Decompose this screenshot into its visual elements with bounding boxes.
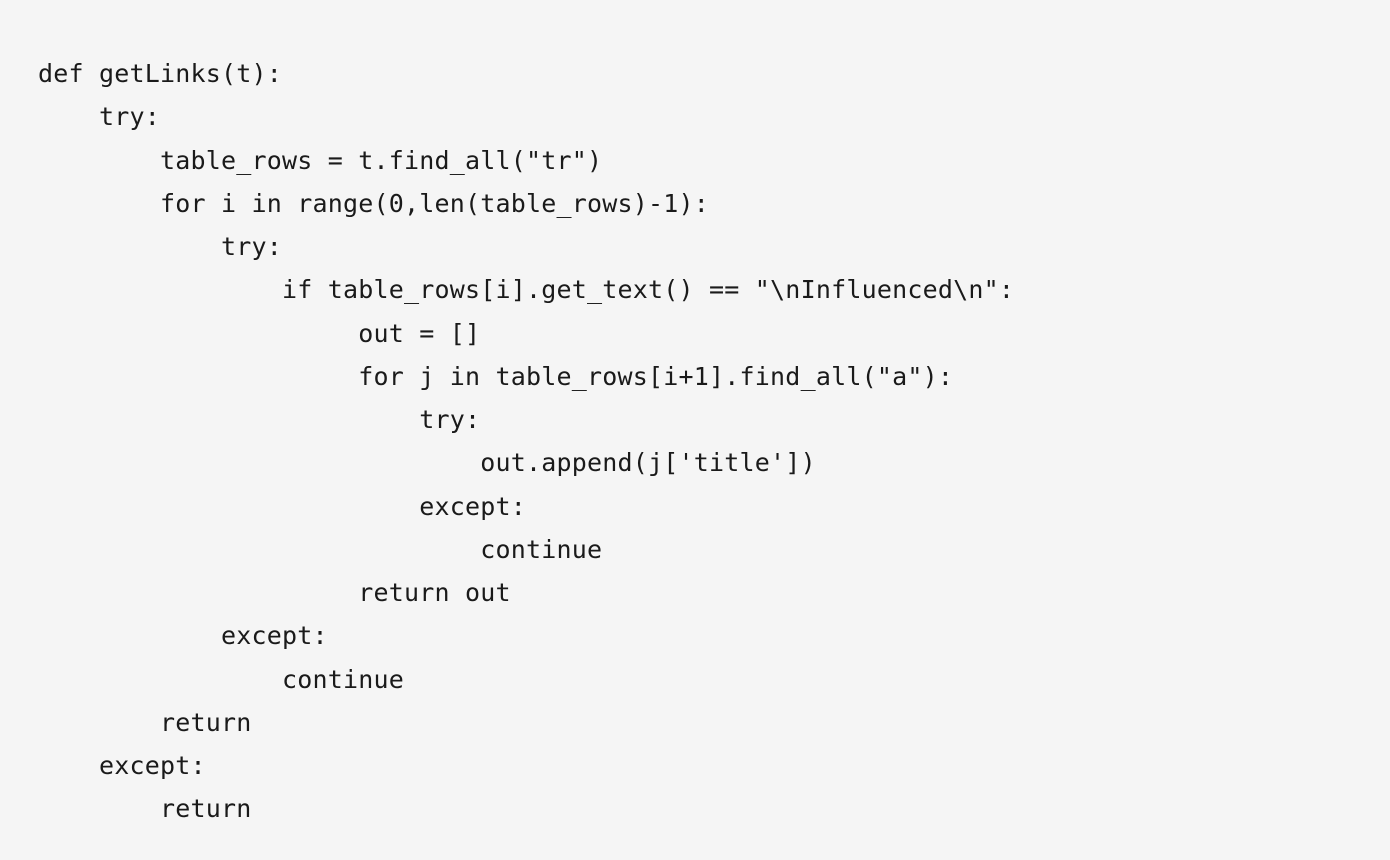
code-block: def getLinks(t): try: table_rows = t.fin… [0, 0, 1390, 831]
